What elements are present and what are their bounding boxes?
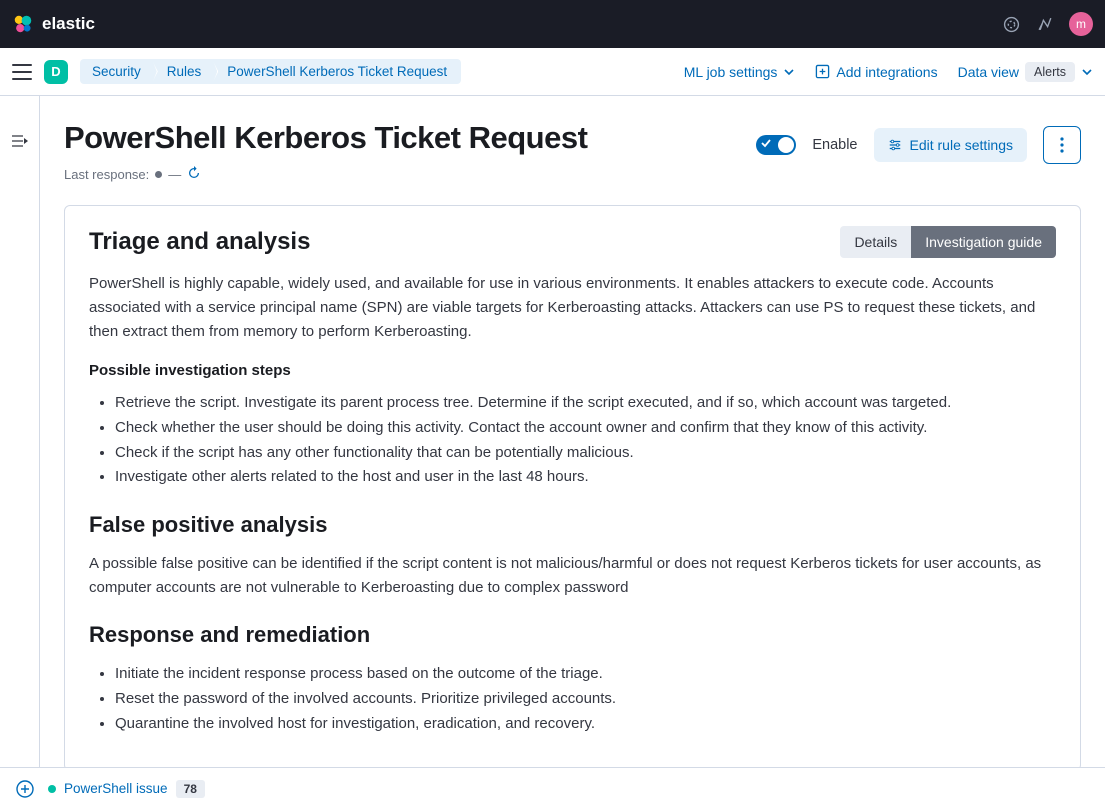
panel-tabs: Details Investigation guide bbox=[840, 226, 1056, 258]
dots-vertical-icon bbox=[1060, 137, 1064, 153]
left-rail bbox=[0, 96, 40, 767]
sliders-icon bbox=[888, 138, 902, 152]
investigation-panel: Triage and analysis Details Investigatio… bbox=[64, 205, 1081, 767]
fp-heading: False positive analysis bbox=[89, 512, 1056, 538]
nav-right: ML job settings Add integrations Data vi… bbox=[684, 62, 1093, 82]
rr-list: Initiate the incident response process b… bbox=[89, 662, 1056, 736]
logo-text: elastic bbox=[42, 14, 95, 34]
timeline-label: PowerShell issue bbox=[64, 781, 168, 796]
more-actions-button[interactable] bbox=[1043, 126, 1081, 164]
content: PowerShell Kerberos Ticket Request Last … bbox=[40, 96, 1105, 767]
elastic-logo-icon bbox=[12, 13, 34, 35]
list-item: Check whether the user should be doing t… bbox=[115, 416, 1056, 441]
list-item: Check if the script has any other functi… bbox=[115, 441, 1056, 466]
header-right: m bbox=[1001, 12, 1093, 36]
ml-job-settings[interactable]: ML job settings bbox=[684, 64, 796, 80]
timeline-bar: PowerShell issue 78 bbox=[0, 767, 1105, 809]
main: PowerShell Kerberos Ticket Request Last … bbox=[0, 96, 1105, 767]
breadcrumb: Security Rules PowerShell Kerberos Ticke… bbox=[80, 59, 461, 84]
page-actions: Enable Edit rule settings bbox=[756, 126, 1081, 164]
page-header: PowerShell Kerberos Ticket Request Last … bbox=[64, 120, 1081, 183]
refresh-icon[interactable] bbox=[187, 166, 201, 183]
newsfeed-icon[interactable] bbox=[1035, 14, 1055, 34]
logo[interactable]: elastic bbox=[12, 13, 95, 35]
page-title-block: PowerShell Kerberos Ticket Request Last … bbox=[64, 120, 587, 183]
enable-label: Enable bbox=[812, 137, 857, 153]
list-item: Quarantine the involved host for investi… bbox=[115, 712, 1056, 737]
fp-text: A possible false positive can be identif… bbox=[89, 552, 1056, 600]
rr-heading: Response and remediation bbox=[89, 622, 1056, 648]
add-timeline-icon[interactable] bbox=[16, 780, 34, 798]
edit-rule-button[interactable]: Edit rule settings bbox=[874, 128, 1028, 162]
tab-details[interactable]: Details bbox=[840, 226, 911, 258]
list-item: Reset the password of the involved accou… bbox=[115, 687, 1056, 712]
list-item: Investigate other alerts related to the … bbox=[115, 465, 1056, 490]
panel-body: PowerShell is highly capable, widely use… bbox=[89, 272, 1056, 736]
timeline-count: 78 bbox=[176, 780, 205, 798]
menu-icon[interactable] bbox=[12, 64, 32, 80]
tab-investigation-guide[interactable]: Investigation guide bbox=[911, 226, 1056, 258]
chevron-down-icon bbox=[783, 66, 795, 78]
intro-text: PowerShell is highly capable, widely use… bbox=[89, 272, 1056, 344]
steps-heading: Possible investigation steps bbox=[89, 362, 1056, 379]
crumb-rules[interactable]: Rules bbox=[151, 59, 212, 84]
nav-left: D Security Rules PowerShell Kerberos Tic… bbox=[12, 59, 461, 84]
data-view[interactable]: Data view Alerts bbox=[958, 62, 1093, 82]
chevron-down-icon bbox=[1081, 66, 1093, 78]
enable-toggle[interactable] bbox=[756, 135, 796, 155]
crumb-security[interactable]: Security bbox=[80, 59, 151, 84]
steps-list: Retrieve the script. Investigate its par… bbox=[89, 391, 1056, 490]
crumb-current[interactable]: PowerShell Kerberos Ticket Request bbox=[211, 59, 461, 84]
expand-rail-icon[interactable] bbox=[12, 134, 28, 153]
timeline-item[interactable]: PowerShell issue 78 bbox=[48, 780, 205, 798]
integrations-icon bbox=[815, 64, 830, 79]
add-integrations[interactable]: Add integrations bbox=[815, 64, 937, 80]
space-badge[interactable]: D bbox=[44, 60, 68, 84]
panel-head: Triage and analysis Details Investigatio… bbox=[89, 226, 1056, 258]
list-item: Retrieve the script. Investigate its par… bbox=[115, 391, 1056, 416]
timeline-dot bbox=[48, 785, 56, 793]
status-dot bbox=[155, 171, 162, 178]
avatar[interactable]: m bbox=[1069, 12, 1093, 36]
secondary-nav: D Security Rules PowerShell Kerberos Tic… bbox=[0, 48, 1105, 96]
page-title: PowerShell Kerberos Ticket Request bbox=[64, 120, 587, 156]
check-icon bbox=[761, 138, 771, 148]
help-icon[interactable] bbox=[1001, 14, 1021, 34]
panel-title: Triage and analysis bbox=[89, 228, 310, 256]
last-response: Last response: — bbox=[64, 166, 587, 183]
alerts-badge: Alerts bbox=[1025, 62, 1075, 82]
top-header: elastic m bbox=[0, 0, 1105, 48]
list-item: Initiate the incident response process b… bbox=[115, 662, 1056, 687]
